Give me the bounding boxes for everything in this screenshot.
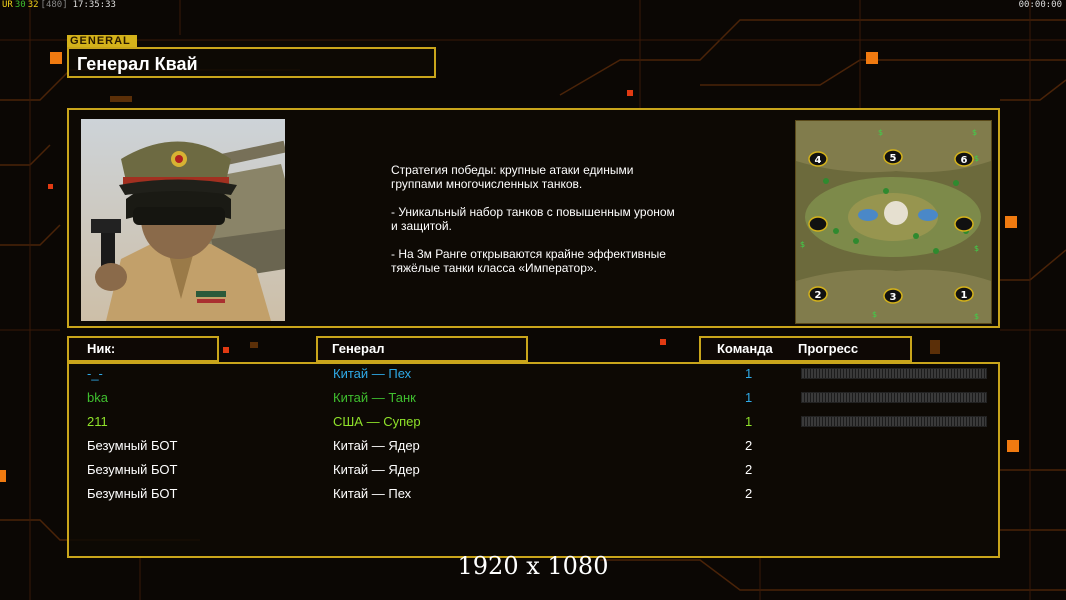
status-bar: UR 30 32 [480] 17:35:33 (2, 0, 118, 10)
header-team-label: Команда (717, 341, 773, 356)
player-team: 1 (745, 390, 753, 405)
game-timer: 00:00:00 (1018, 0, 1062, 10)
player-team: 1 (745, 414, 753, 429)
svg-text:$: $ (878, 128, 883, 137)
player-general: Китай — Ядер (333, 462, 420, 477)
player-row: Безумный БОТ Китай — Ядер 2 (69, 458, 998, 482)
player-nick: Безумный БОТ (87, 438, 178, 453)
player-row: Безумный БОТ Китай — Ядер 2 (69, 434, 998, 458)
player-row: -_- Китай — Пех 1 (69, 362, 998, 386)
deco-dot (627, 90, 633, 96)
status-time: 17:35:33 (72, 0, 116, 10)
general-info-panel: Стратегия победы: крупные атаки едиными … (67, 108, 1000, 328)
header-general: Генерал (316, 336, 528, 362)
player-nick: Безумный БОТ (87, 462, 178, 477)
player-row: 211 США — Супер 1 (69, 410, 998, 434)
header-general-label: Генерал (332, 341, 385, 356)
general-title-box: Генерал Квай (67, 47, 436, 78)
player-progress-bar (801, 392, 987, 403)
map-slot-5: 5 (890, 153, 897, 164)
svg-text:$: $ (972, 128, 977, 137)
status-c: 32 (27, 0, 39, 10)
svg-text:$: $ (800, 240, 805, 249)
player-general: Китай — Пех (333, 486, 412, 501)
map-slot-2: 2 (815, 290, 822, 301)
player-team: 2 (745, 486, 753, 501)
map-slot-1: 1 (961, 290, 968, 301)
deco-dot (48, 184, 53, 189)
svg-text:$: $ (974, 244, 979, 253)
player-team: 1 (745, 366, 753, 381)
deco-square (0, 470, 6, 482)
general-portrait (81, 119, 285, 321)
header-nick: Ник: (67, 336, 219, 362)
general-name: Генерал Квай (77, 54, 198, 74)
player-nick: 211 (87, 414, 108, 429)
deco-square (1005, 216, 1017, 228)
player-team: 2 (745, 438, 753, 453)
svg-text:$: $ (974, 154, 979, 163)
deco-square (1007, 440, 1019, 452)
header-progress-label: Прогресс (798, 341, 859, 356)
deco-dot (223, 347, 229, 353)
player-nick: bka (87, 390, 108, 405)
player-nick: -_- (87, 366, 103, 381)
player-row: Безумный БОТ Китай — Пех 2 (69, 482, 998, 506)
player-team: 2 (745, 462, 753, 477)
status-a: UR (2, 0, 13, 10)
header-team-progress: Команда Прогресс (699, 336, 912, 362)
player-progress-bar (801, 368, 987, 379)
player-progress-bar (801, 416, 987, 427)
deco-dot (660, 339, 666, 345)
map-slot-3: 3 (890, 292, 897, 303)
map-slot-4: 4 (815, 155, 822, 166)
player-general: Китай — Танк (333, 390, 416, 405)
player-general: Китай — Ядер (333, 438, 420, 453)
svg-text:$: $ (872, 310, 877, 319)
deco-square (50, 52, 62, 64)
general-tag: GENERAL (67, 35, 137, 47)
svg-text:$: $ (974, 312, 979, 321)
deco-square (866, 52, 878, 64)
minimap[interactable]: $ $ $ $ $ $ $ 4 5 6 2 3 1 (795, 120, 992, 324)
players-panel: -_- Китай — Пех 1 bka Китай — Танк 1 211… (67, 362, 1000, 558)
map-slot-6: 6 (961, 155, 968, 166)
resolution-caption: 1920 x 1080 (457, 552, 609, 580)
status-d: [480] (40, 0, 68, 10)
player-nick: Безумный БОТ (87, 486, 178, 501)
header-nick-label: Ник: (87, 341, 116, 356)
status-b: 30 (14, 0, 26, 10)
player-row: bka Китай — Танк 1 (69, 386, 998, 410)
player-general: США — Супер (333, 414, 421, 429)
strategy-description: Стратегия победы: крупные атаки едиными … (391, 163, 675, 275)
player-general: Китай — Пех (333, 366, 412, 381)
